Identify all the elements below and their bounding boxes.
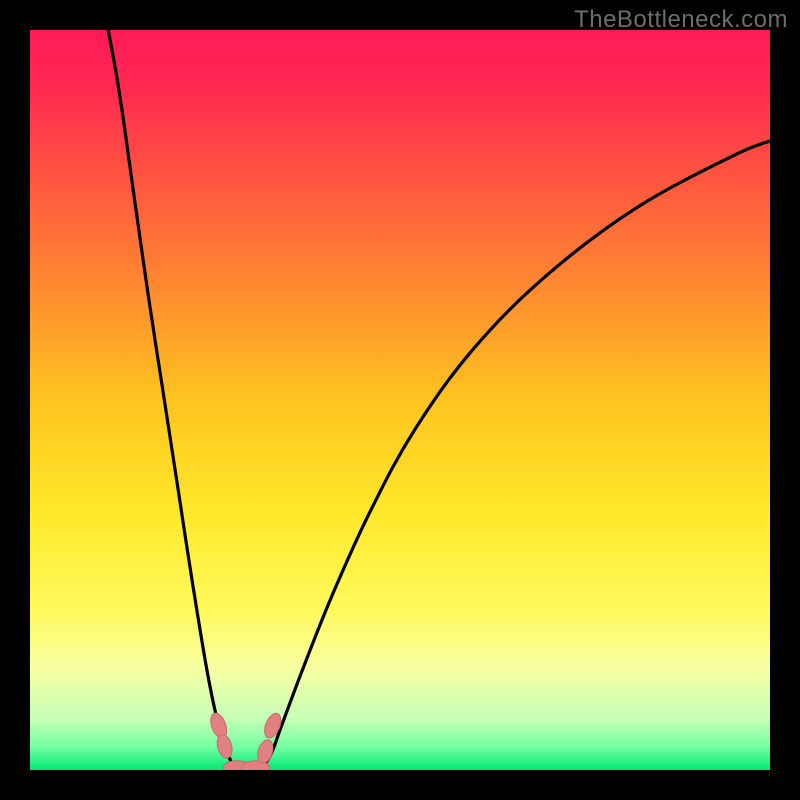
chart-svg <box>30 30 770 770</box>
heatmap-background <box>30 30 770 770</box>
chart-canvas <box>30 30 770 770</box>
app-frame: TheBottleneck.com <box>0 0 800 800</box>
